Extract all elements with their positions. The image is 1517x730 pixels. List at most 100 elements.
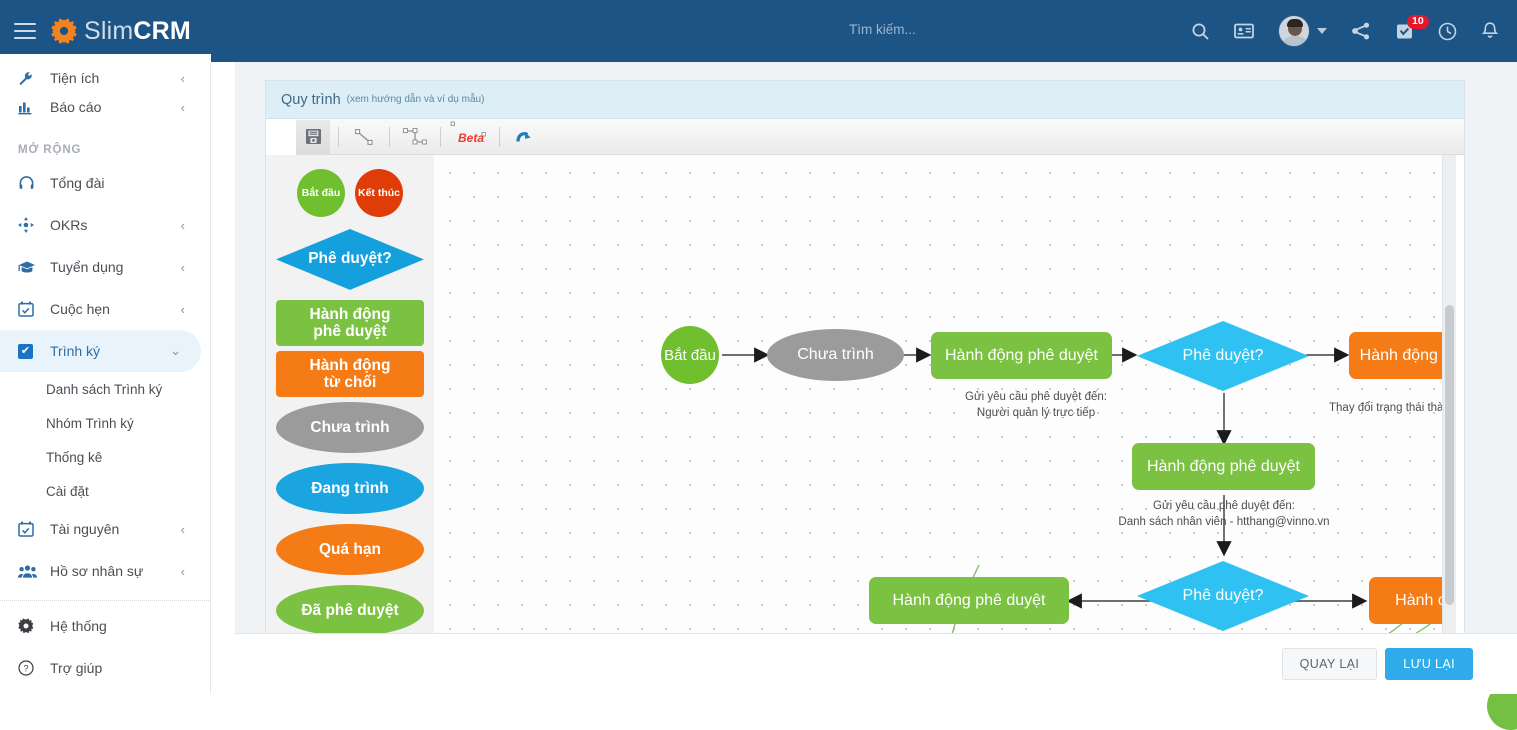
save-button[interactable]: LƯU LẠI bbox=[1385, 648, 1473, 680]
palette-shape-hanh-dong-phe-duyet[interactable]: Hành động phê duyệt bbox=[276, 299, 424, 346]
sidebar-item-tai-nguyen[interactable]: Tài nguyên ‹ bbox=[0, 508, 211, 550]
undo-icon[interactable] bbox=[508, 120, 542, 154]
diagram-node-chua-trinh[interactable]: Chưa trình bbox=[767, 329, 904, 381]
node-label: Hành động phê duyệt bbox=[892, 591, 1046, 609]
toolbar-separator bbox=[440, 126, 441, 147]
tasks-icon[interactable]: 10 bbox=[1395, 14, 1429, 41]
sidebar-item-okrs[interactable]: OKRs ‹ bbox=[0, 204, 211, 246]
search-input[interactable] bbox=[847, 21, 1087, 38]
diagram-node-action-approve-2[interactable]: Hành động phê duyệt bbox=[1132, 443, 1315, 490]
palette-shape-da-phe-duyet[interactable]: Đã phê duyệt bbox=[276, 585, 424, 636]
bell-icon[interactable] bbox=[1481, 21, 1499, 41]
palette-shape-hanh-dong-tu-choi[interactable]: Hành động từ chối bbox=[276, 350, 424, 397]
sidebar-item-tien-ich[interactable]: Tiện ích ‹ bbox=[0, 54, 211, 86]
palette-shape-label-line1: Hành động bbox=[309, 305, 391, 323]
sidebar-divider-line bbox=[0, 600, 211, 601]
back-button[interactable]: QUAY LẠI bbox=[1281, 648, 1378, 680]
sidebar-subitem-danh-sach-trinh-ky[interactable]: Danh sách Trình ký bbox=[0, 372, 211, 406]
gear-icon bbox=[18, 618, 42, 634]
diagram-node-action-approve-3[interactable]: Hành động phê duyệt bbox=[869, 577, 1069, 624]
diagram-node-action-reject-1[interactable]: Hành động từ chối bbox=[1349, 332, 1456, 379]
palette-shape-label: Kết thúc bbox=[358, 187, 400, 199]
diagram-node-decision-1[interactable]: Phê duyệt? bbox=[1137, 321, 1309, 391]
node-label: Phê duyệt? bbox=[1182, 347, 1264, 364]
sidebar-subitem-label: Danh sách Trình ký bbox=[46, 381, 163, 397]
diagram-caption-3: Gửi yêu cầu phê duyệt đến: Danh sách nhâ… bbox=[1100, 499, 1348, 530]
sidebar-subitem-cai-dat[interactable]: Cài đặt bbox=[0, 474, 211, 508]
diagram-caption-2: Thay đổi trạng thái thành: Từ chối bbox=[1329, 401, 1456, 417]
card-subtitle-link[interactable]: (xem hướng dẫn và ví dụ mẫu) bbox=[347, 94, 485, 105]
share-icon[interactable] bbox=[1351, 22, 1371, 40]
beta-label-icon[interactable]: Beta bbox=[449, 120, 491, 154]
sidebar-item-tong-dai[interactable]: Tổng đài bbox=[0, 162, 211, 204]
chevron-left-icon: ‹ bbox=[180, 301, 185, 317]
page-title: Quy trình bbox=[281, 91, 341, 108]
straight-edge-icon[interactable] bbox=[347, 120, 381, 154]
palette-shape-label-line1: Hành động bbox=[309, 356, 391, 374]
caption-line-2: Danh sách nhân viên - htthang@vinno.vn bbox=[1118, 515, 1330, 528]
diagram-node-action-approve-1[interactable]: Hành động phê duyệt bbox=[931, 332, 1112, 379]
sidebar-item-label: Tuyển dụng bbox=[50, 259, 124, 275]
sidebar-item-tuyen-dung[interactable]: Tuyển dụng ‹ bbox=[0, 246, 211, 288]
user-menu[interactable] bbox=[1278, 15, 1327, 47]
palette-shape-label: Đã phê duyệt bbox=[301, 601, 399, 619]
node-label: Chưa trình bbox=[797, 346, 874, 363]
sidebar-item-ho-so-nhan-su[interactable]: Hồ sơ nhân sự ‹ bbox=[0, 550, 211, 592]
palette-shape-label-line2: phê duyệt bbox=[313, 322, 387, 340]
caption-line-2: Người quản lý trực tiếp bbox=[976, 406, 1096, 419]
palette-shape-label-line2: từ chối bbox=[323, 373, 377, 391]
chevron-left-icon: ‹ bbox=[180, 259, 185, 275]
sidebar-item-bao-cao[interactable]: Báo cáo ‹ bbox=[0, 86, 211, 128]
sidebar-item-label: Hệ thống bbox=[50, 618, 107, 634]
top-navbar: SlimCRM 10 bbox=[0, 0, 1517, 62]
palette-shape-dang-trinh[interactable]: Đang trình bbox=[276, 463, 424, 514]
sidebar-divider bbox=[210, 62, 211, 694]
palette-shape-chua-trinh[interactable]: Chưa trình bbox=[276, 402, 424, 453]
caption-line-1: Gửi yêu cầu phê duyệt đến: bbox=[965, 391, 1107, 403]
diagram-node-decision-2[interactable]: Phê duyệt? bbox=[1137, 561, 1309, 631]
main-content: Quy trình (xem hướng dẫn và ví dụ mẫu) B… bbox=[235, 62, 1517, 730]
search-icon[interactable] bbox=[1191, 22, 1210, 41]
caption-line-1: Thay đổi trạng thái thành: Từ chối bbox=[1329, 402, 1456, 414]
save-diagram-icon[interactable] bbox=[296, 119, 330, 154]
svg-text:?: ? bbox=[23, 664, 28, 674]
chevron-left-icon: ‹ bbox=[180, 563, 185, 579]
brand-logo[interactable]: SlimCRM bbox=[50, 17, 191, 46]
sidebar-item-label: Tài nguyên bbox=[50, 521, 120, 537]
hamburger-menu-icon[interactable] bbox=[14, 23, 36, 39]
orthogonal-edge-icon[interactable] bbox=[398, 120, 432, 154]
wrench-icon bbox=[18, 71, 42, 86]
sidebar-item-he-thong[interactable]: Hệ thống bbox=[0, 605, 211, 647]
sidebar-group-label: MỞ RỘNG bbox=[18, 144, 82, 156]
clock-icon[interactable] bbox=[1438, 22, 1457, 41]
process-card: Quy trình (xem hướng dẫn và ví dụ mẫu) B… bbox=[265, 80, 1465, 646]
sidebar-subitem-thong-ke[interactable]: Thống kê bbox=[0, 440, 211, 474]
palette-shape-qua-han[interactable]: Quá hạn bbox=[276, 524, 424, 575]
sidebar-item-tro-giup[interactable]: ? Trợ giúp bbox=[0, 647, 211, 689]
card-header: Quy trình (xem hướng dẫn và ví dụ mẫu) bbox=[266, 81, 1464, 119]
palette-shape-phe-duyet[interactable]: Phê duyệt? bbox=[276, 229, 424, 290]
contact-card-icon[interactable] bbox=[1234, 23, 1254, 39]
sidebar-subitem-label: Cài đặt bbox=[46, 483, 89, 499]
palette-row-terminators: Bắt đầu Kết thúc bbox=[297, 169, 403, 217]
chevron-left-icon: ‹ bbox=[180, 217, 185, 233]
sidebar-item-label: Trợ giúp bbox=[50, 660, 103, 676]
sidebar-subitem-nhom-trinh-ky[interactable]: Nhóm Trình ký bbox=[0, 406, 211, 440]
sidebar-subitem-label: Nhóm Trình ký bbox=[46, 415, 134, 431]
users-icon bbox=[18, 564, 42, 579]
toolbar-separator bbox=[338, 126, 339, 147]
palette-shape-bat-dau[interactable]: Bắt đầu bbox=[297, 169, 345, 217]
palette-shape-ket-thuc[interactable]: Kết thúc bbox=[355, 169, 403, 217]
sidebar-item-trinh-ky[interactable]: ✔ Trình ký ⌄ bbox=[0, 330, 201, 372]
sidebar-subitem-label: Thống kê bbox=[46, 449, 103, 465]
sidebar-item-label: Cuộc hẹn bbox=[50, 301, 110, 317]
sidebar-item-label: Tổng đài bbox=[50, 175, 105, 191]
diagram-canvas[interactable]: Bắt đầu Chưa trình Hành động phê duyệt G… bbox=[434, 155, 1456, 646]
node-label: Phê duyệt? bbox=[1182, 587, 1264, 604]
checkbox-icon: ✔ bbox=[18, 343, 42, 359]
canvas-vertical-scrollbar[interactable] bbox=[1445, 305, 1454, 605]
diagram-node-start[interactable]: Bắt đầu bbox=[661, 326, 719, 384]
sidebar-item-cuoc-hen[interactable]: Cuộc hẹn ‹ bbox=[0, 288, 211, 330]
chevron-left-icon: ‹ bbox=[180, 71, 185, 86]
chevron-down-icon bbox=[1317, 28, 1327, 34]
